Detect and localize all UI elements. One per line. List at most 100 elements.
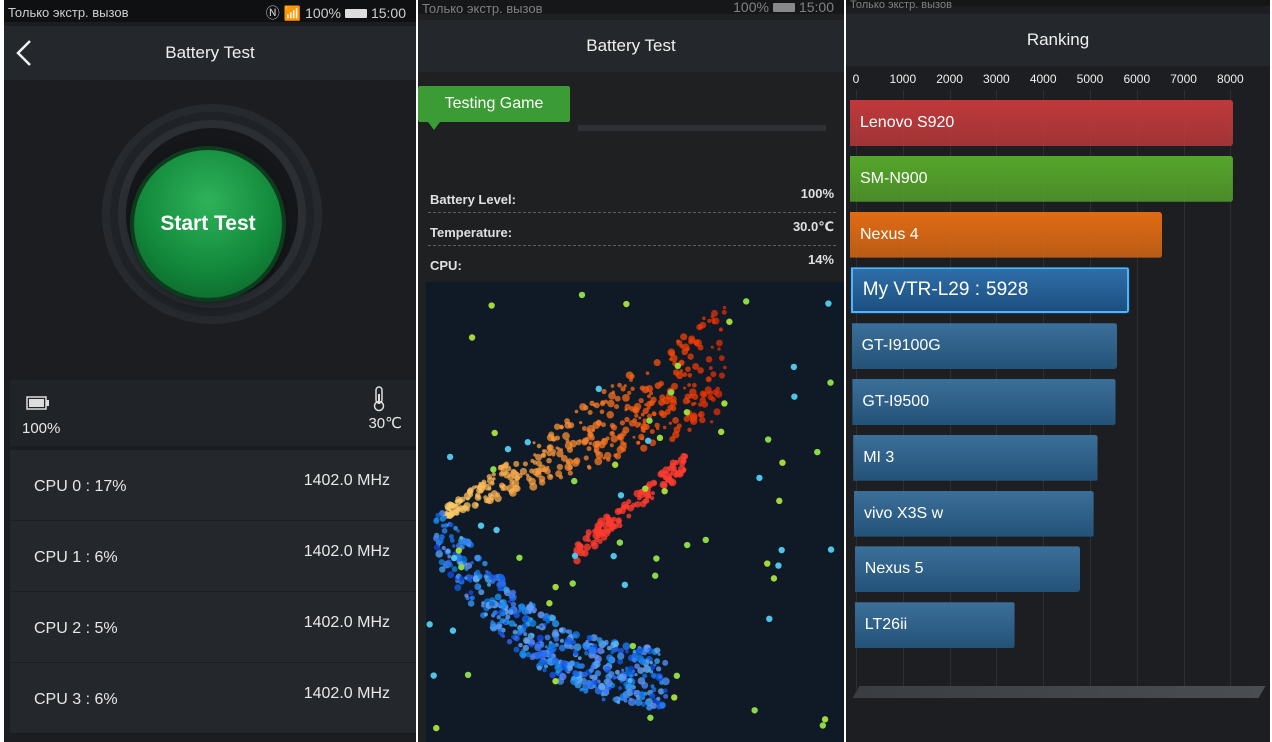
- fire-particle: [705, 356, 713, 363]
- fire-particle: [683, 415, 690, 422]
- fire-particle: [467, 489, 473, 495]
- fire-particle: [584, 436, 590, 442]
- android-bot-icon: [455, 547, 462, 554]
- fire-particle: [721, 309, 727, 315]
- blue-particle: [523, 616, 529, 621]
- fire-particle: [638, 433, 645, 441]
- android-bot-icon: [621, 581, 629, 589]
- blue-particle: [550, 645, 557, 653]
- android-bot-icon: [827, 379, 834, 386]
- blue-particle: [539, 624, 543, 628]
- blue-particle: [438, 549, 442, 553]
- fire-particle: [679, 369, 684, 373]
- android-bot-icon: [683, 409, 691, 416]
- android-bot-icon: [623, 300, 630, 308]
- x-tick-label: 7000: [1170, 72, 1197, 86]
- blue-particle: [467, 543, 472, 548]
- blue-particle: [499, 632, 505, 637]
- fire-particle: [608, 392, 616, 400]
- blue-particle: [572, 670, 579, 677]
- android-bot-icon: [450, 554, 458, 562]
- android-bot-icon: [673, 672, 681, 679]
- blue-particle: [467, 600, 475, 607]
- blue-particle: [643, 665, 651, 673]
- fire-particle: [670, 405, 677, 412]
- bar: Nexus 4: [850, 211, 1163, 258]
- x-tick-label: 2000: [936, 72, 963, 86]
- red-particle: [675, 472, 680, 478]
- battery-temperature-row: 100% 30℃: [10, 380, 416, 446]
- blue-particle: [643, 691, 648, 696]
- blue-particle: [503, 586, 510, 594]
- red-particle: [583, 543, 591, 551]
- fire-particle: [581, 426, 587, 431]
- blue-particle: [635, 647, 643, 655]
- fire-particle: [606, 457, 611, 462]
- fire-particle: [712, 317, 720, 325]
- blue-particle: [612, 640, 620, 648]
- blue-particle: [468, 579, 473, 583]
- fire-particle: [574, 409, 579, 414]
- blue-particle: [482, 560, 488, 567]
- fire-particle: [688, 339, 694, 345]
- fire-particle: [514, 471, 520, 476]
- fire-particle: [672, 416, 679, 424]
- cpu-name: CPU 3 : 6%: [34, 691, 118, 708]
- fire-particle: [551, 449, 557, 454]
- bar-label: My VTR-L29 :: [862, 279, 980, 301]
- bar-label: GT-I9500: [862, 393, 930, 410]
- fire-particle: [594, 457, 603, 466]
- fire-particle: [638, 397, 644, 404]
- android-bot-icon: [552, 677, 559, 685]
- back-icon[interactable]: [12, 38, 36, 68]
- status-bar: Только экстр. вызов Ⓝ 📶 100% 15:00: [4, 0, 416, 22]
- blue-particle: [618, 686, 622, 690]
- android-bot-icon: [647, 714, 654, 721]
- fire-particle: [664, 408, 671, 415]
- blue-particle: [663, 693, 669, 699]
- blue-particle: [518, 642, 523, 648]
- blue-particle: [458, 576, 465, 582]
- blue-particle: [507, 609, 514, 615]
- android-bot-icon: [825, 300, 832, 307]
- blue-particle: [525, 651, 532, 658]
- android-bot-icon: [578, 291, 586, 299]
- blue-particle: [662, 659, 669, 666]
- fire-particle: [710, 371, 717, 378]
- android-bot-icon: [764, 560, 771, 567]
- blue-particle: [538, 658, 545, 666]
- fire-particle: [532, 441, 536, 445]
- android-bot-icon: [661, 487, 668, 495]
- start-test-button[interactable]: Start Test: [134, 150, 282, 298]
- android-bot-icon: [433, 724, 440, 732]
- fire-particle: [472, 485, 476, 490]
- blue-particle: [536, 634, 544, 642]
- fire-particle: [658, 410, 665, 417]
- fire-particle: [446, 511, 454, 519]
- particle-scene: [426, 282, 844, 742]
- stats-list: Battery Level: 100% Temperature: 30.0℃ C…: [428, 180, 836, 279]
- fire-particle: [614, 404, 620, 410]
- fire-particle: [592, 421, 601, 430]
- blue-particle: [654, 647, 661, 654]
- nfc-icon: Ⓝ: [265, 5, 280, 21]
- blue-particle: [448, 562, 453, 568]
- blue-particle: [625, 649, 629, 654]
- fire-particle: [669, 399, 677, 407]
- fire-particle: [606, 411, 614, 419]
- android-bot-icon: [776, 497, 783, 505]
- blue-particle: [551, 620, 560, 628]
- fire-particle: [702, 316, 706, 321]
- blue-particle: [483, 612, 489, 617]
- blue-particle: [545, 618, 549, 622]
- blue-particle: [447, 554, 452, 559]
- blue-particle: [439, 566, 446, 573]
- blue-particle: [474, 554, 481, 562]
- android-bot-icon: [764, 436, 772, 443]
- fire-particle: [533, 453, 537, 457]
- cpu-list: CPU 0 : 17% 1402.0 MHz CPU 1 : 6% 1402.0…: [10, 450, 416, 734]
- blue-particle: [632, 669, 636, 673]
- android-bot-icon: [721, 400, 728, 407]
- stat-battery-level: Battery Level: 100%: [428, 180, 836, 213]
- bar-label: MI 3: [863, 448, 895, 466]
